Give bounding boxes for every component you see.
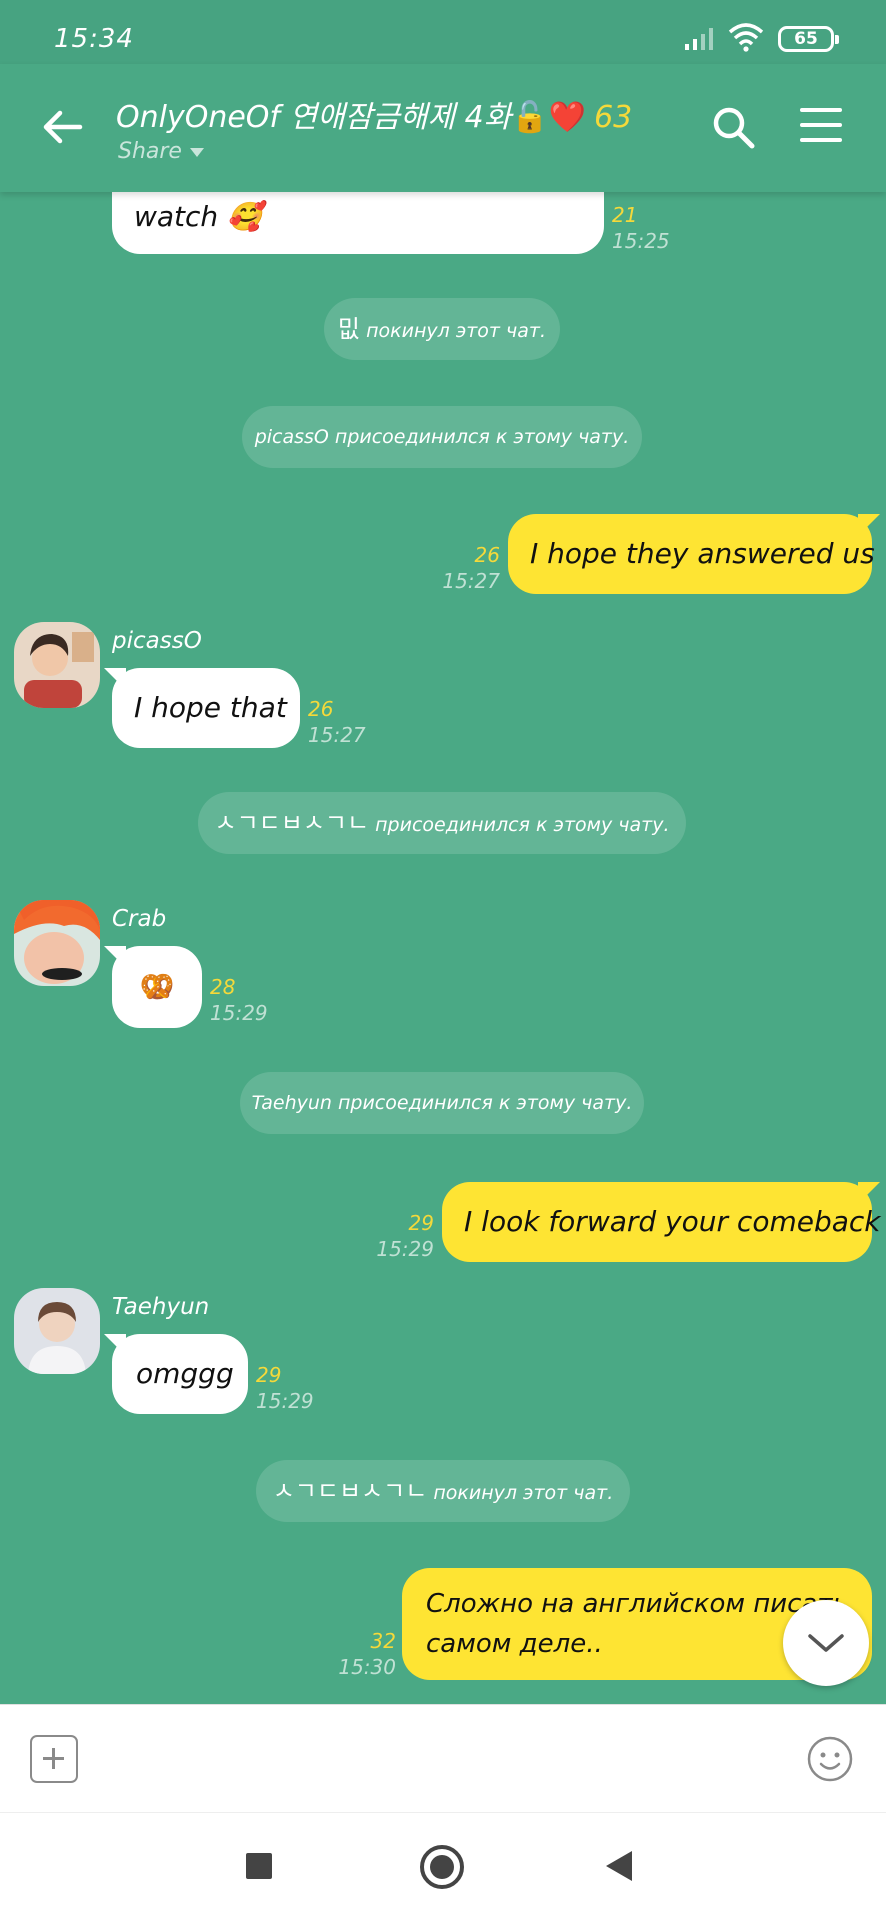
message-input-bar[interactable]	[0, 1704, 886, 1812]
own-message-bubble[interactable]: I hope they answered us	[508, 514, 875, 594]
avatar[interactable]	[14, 900, 100, 986]
plus-icon[interactable]	[30, 1735, 78, 1783]
message-text: I look forward your comeback	[464, 1205, 881, 1238]
smiley-icon[interactable]	[806, 1735, 854, 1783]
message-meta: 26 15:27	[430, 542, 500, 594]
menu-icon[interactable]	[800, 108, 844, 144]
avatar[interactable]	[14, 622, 100, 708]
lock-heart-emoji: 🔓❤️	[511, 100, 587, 135]
notice-text: Taehyun присоединился к этому чату.	[251, 1092, 633, 1114]
chat-header: OnlyOneOf 연애잠금해제 4화🔓❤️ 63 Share	[0, 64, 886, 192]
unread-count: 32	[370, 1629, 396, 1653]
message-text: I hope that	[134, 691, 287, 724]
system-nav-bar	[0, 1812, 886, 1920]
notice-text: покинул этот чат.	[433, 1482, 614, 1504]
message-meta: 21 15:25	[612, 202, 670, 254]
member-count: 63	[594, 100, 633, 135]
caret-down-icon	[189, 147, 204, 157]
system-notice: picassO присоединился к этому чату.	[242, 406, 642, 468]
share-dropdown[interactable]: Share	[118, 139, 204, 164]
search-icon[interactable]	[710, 104, 756, 150]
status-bar: 15:34 65	[0, 0, 886, 64]
unread-count: 21	[612, 203, 638, 227]
system-notice: ㅅㄱㄷㅂㅅㄱㄴ присоединился к этому чату.	[198, 792, 686, 854]
message-time: 15:27	[308, 723, 366, 747]
message-bubble[interactable]: watch 🥰	[112, 192, 604, 254]
unread-count: 29	[408, 1211, 434, 1235]
unread-count: 28	[210, 975, 236, 999]
notice-user: ㅅㄱㄷㅂㅅㄱㄴ	[272, 1477, 428, 1505]
message-text: I hope they answered us	[530, 537, 875, 570]
share-label: Share	[118, 139, 182, 164]
sender-name: Taehyun	[112, 1294, 210, 1320]
unread-count: 29	[256, 1363, 282, 1387]
back-arrow-icon[interactable]	[40, 104, 86, 150]
message-time: 15:30	[338, 1655, 396, 1679]
message-meta: 32 15:30	[326, 1628, 396, 1680]
message-text: 🥨	[139, 970, 175, 1003]
chat-title-text: OnlyOneOf 연애잠금해제 4화	[116, 100, 512, 135]
message-bubble[interactable]: 🥨	[112, 946, 202, 1028]
status-time: 15:34	[54, 24, 134, 54]
notice-user: ㅅㄱㄷㅂㅅㄱㄴ	[214, 809, 370, 837]
chat-title[interactable]: OnlyOneOf 연애잠금해제 4화🔓❤️ 63	[116, 92, 632, 136]
message-time: 15:25	[612, 229, 670, 253]
nav-back-icon[interactable]	[606, 1851, 632, 1881]
chevron-down-icon	[808, 1634, 844, 1652]
message-time: 15:29	[256, 1389, 314, 1413]
battery-level: 65	[794, 29, 818, 49]
message-time: 15:29	[210, 1001, 268, 1025]
own-message-bubble[interactable]: I look forward your comeback	[442, 1182, 881, 1262]
system-notice: ㅅㄱㄷㅂㅅㄱㄴ покинул этот чат.	[256, 1460, 630, 1522]
signal-icon	[685, 28, 713, 50]
unread-count: 26	[474, 543, 500, 567]
system-notice: Taehyun присоединился к этому чату.	[240, 1072, 644, 1134]
sender-name: Crab	[112, 906, 167, 932]
notice-text: присоединился к этому чату.	[375, 814, 670, 836]
home-icon[interactable]	[420, 1845, 464, 1889]
message-time: 15:27	[442, 569, 500, 593]
notice-user: 밊	[337, 315, 361, 343]
sender-name: picassO	[112, 628, 202, 654]
message-meta: 29 15:29	[364, 1210, 434, 1262]
message-text: watch 🥰	[134, 200, 262, 233]
message-bubble[interactable]: I hope that	[112, 668, 300, 748]
scroll-to-bottom-button[interactable]	[783, 1600, 869, 1686]
recents-icon[interactable]	[246, 1853, 272, 1879]
notice-text: покинул этот чат.	[366, 320, 547, 342]
message-meta: 29 15:29	[256, 1362, 314, 1414]
system-notice: 밊 покинул этот чат.	[324, 298, 560, 360]
wifi-icon	[728, 23, 764, 52]
message-bubble[interactable]: omggg	[112, 1334, 248, 1414]
avatar[interactable]	[14, 1288, 100, 1374]
chat-message-list[interactable]: watch 🥰 21 15:25 밊 покинул этот чат. pic…	[0, 192, 886, 1704]
message-time: 15:29	[376, 1237, 434, 1261]
unread-count: 26	[308, 697, 334, 721]
message-meta: 26 15:27	[308, 696, 366, 748]
message-meta: 28 15:29	[210, 974, 268, 1026]
battery-icon: 65	[778, 26, 839, 52]
message-text: omggg	[136, 1357, 234, 1390]
notice-text: picassO присоединился к этому чату.	[254, 426, 630, 448]
